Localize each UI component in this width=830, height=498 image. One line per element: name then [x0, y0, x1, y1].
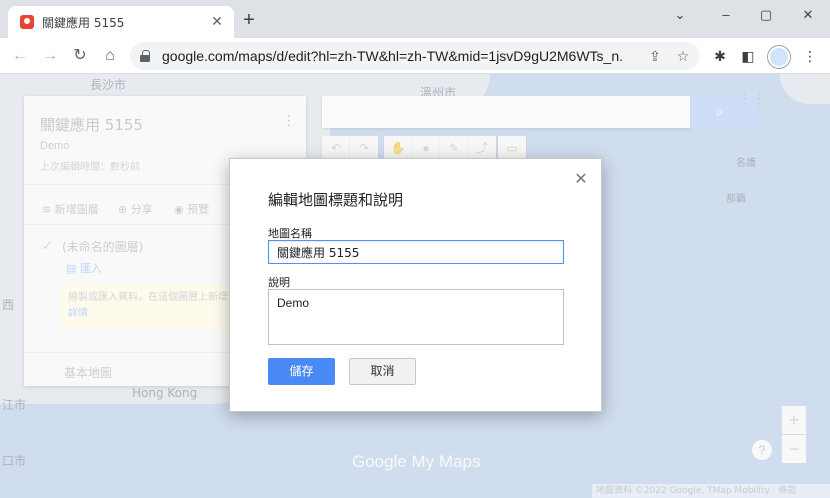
bookmark-star-icon[interactable]: ☆: [674, 47, 692, 65]
share-icon[interactable]: ⇪: [646, 47, 664, 65]
home-button[interactable]: ⌂: [100, 46, 120, 66]
close-window-button[interactable]: ✕: [796, 6, 820, 24]
forward-button[interactable]: →: [40, 46, 60, 66]
new-tab-button[interactable]: +: [238, 10, 260, 32]
tab-close-icon[interactable]: ✕: [208, 12, 226, 30]
lock-icon[interactable]: [140, 50, 150, 62]
back-button[interactable]: ←: [10, 46, 30, 66]
map-name-input[interactable]: [268, 240, 564, 264]
tab-title: 關鍵應用 5155: [42, 16, 125, 30]
maximize-button[interactable]: ▢: [754, 6, 778, 24]
google-maps-favicon-icon: [20, 15, 34, 29]
dialog-close-icon[interactable]: ✕: [572, 171, 590, 189]
map-name-label: 地圖名稱: [268, 227, 312, 240]
browser-menu-icon[interactable]: ⋮: [800, 46, 820, 66]
side-panel-icon[interactable]: ◧: [738, 46, 758, 66]
address-bar[interactable]: google.com/maps/d/edit?hl=zh-TW&hl=zh-TW…: [130, 42, 700, 70]
reload-button[interactable]: ↻: [70, 46, 90, 66]
extensions-puzzle-icon[interactable]: ✱: [710, 46, 730, 66]
tab-strip: 關鍵應用 5155 ✕ + ⌄ – ▢ ✕: [0, 0, 830, 38]
url-text[interactable]: google.com/maps/d/edit?hl=zh-TW&hl=zh-TW…: [162, 48, 622, 64]
browser-tab[interactable]: 關鍵應用 5155 ✕: [8, 6, 234, 38]
description-textarea[interactable]: Demo: [268, 289, 564, 345]
minimize-button[interactable]: –: [714, 6, 738, 24]
description-label: 說明: [268, 276, 290, 289]
profile-avatar[interactable]: [768, 46, 790, 68]
dialog-title: 編輯地圖標題和說明: [268, 191, 404, 209]
edit-title-dialog: ✕ 編輯地圖標題和說明 地圖名稱 說明 Demo 儲存 取消: [229, 158, 602, 412]
cancel-button[interactable]: 取消: [349, 358, 416, 385]
save-button[interactable]: 儲存: [268, 358, 335, 385]
browser-toolbar: ← → ↻ ⌂ google.com/maps/d/edit?hl=zh-TW&…: [0, 38, 830, 74]
tab-search-chevron-icon[interactable]: ⌄: [668, 6, 692, 24]
